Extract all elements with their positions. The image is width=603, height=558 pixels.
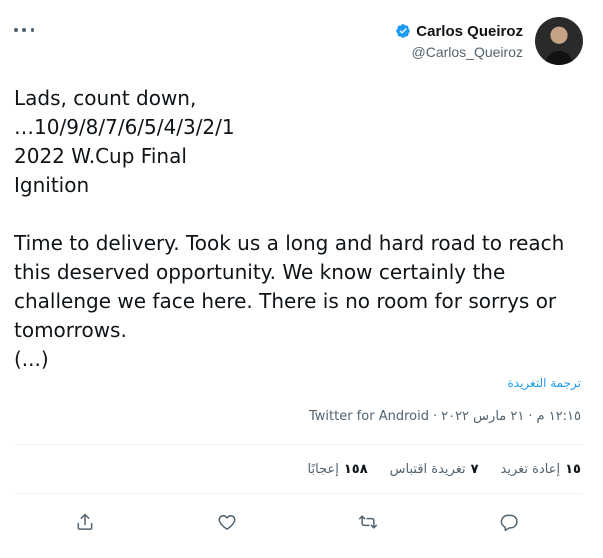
- more-dot: [14, 28, 18, 32]
- quotes-stat[interactable]: ٧ تغريدة اقتباس: [390, 462, 479, 477]
- retweet-icon: [358, 515, 378, 529]
- tweet-text: Lads, count down, …10/9/8/7/6/5/4/3/2/1 …: [14, 84, 589, 374]
- tweet-text-line: tomorrows.: [14, 318, 127, 342]
- avatar[interactable]: [535, 17, 583, 65]
- translate-tweet-link[interactable]: ترجمة التغريدة: [507, 376, 581, 390]
- reply-icon: [500, 514, 518, 532]
- tweet-detail: Carlos Queiroz @Carlos_Queiroz Lads, cou…: [0, 0, 603, 558]
- retweets-stat[interactable]: ١٥ إعادة تغريد: [501, 462, 581, 477]
- meta-separator: ·: [528, 409, 533, 424]
- meta-separator: ·: [432, 409, 438, 424]
- tweet-author: Carlos Queiroz @Carlos_Queiroz: [395, 17, 583, 65]
- tweet-meta: ١٢:١٥ م · ٢١ مارس ٢٠٢٢ · Twitter for And…: [309, 409, 581, 424]
- likes-label: إعجابًا: [307, 462, 339, 477]
- retweets-label: إعادة تغريد: [500, 462, 561, 477]
- tweet-actions: [0, 509, 603, 537]
- verified-badge-icon: [396, 24, 411, 38]
- tweet-stats: ١٥ إعادة تغريد ٧ تغريدة اقتباس ١٥٨ إعجاب…: [308, 462, 581, 477]
- retweets-count: ١٥: [565, 462, 581, 477]
- tweet-date[interactable]: ٢١ مارس ٢٠٢٢: [441, 409, 524, 424]
- tweet-text-line: Time to delivery. Took us a long and har…: [14, 231, 565, 255]
- author-handle[interactable]: @Carlos_Queiroz: [412, 44, 523, 60]
- like-icon: [218, 515, 236, 530]
- tweet-text-line: this deserved opportunity. We know certa…: [14, 260, 506, 284]
- more-options-icon[interactable]: [14, 26, 34, 34]
- like-button[interactable]: [214, 509, 240, 535]
- divider: [14, 444, 583, 445]
- tweet-source[interactable]: Twitter for Android: [309, 409, 429, 424]
- more-dot: [22, 28, 26, 32]
- retweet-button[interactable]: [355, 509, 381, 535]
- display-name-row: Carlos Queiroz: [395, 23, 523, 40]
- tweet-time[interactable]: ١٢:١٥ م: [537, 409, 582, 424]
- share-icon: [77, 513, 93, 530]
- likes-stat[interactable]: ١٥٨ إعجابًا: [308, 462, 368, 477]
- author-display-name[interactable]: Carlos Queiroz: [416, 23, 523, 40]
- likes-count: ١٥٨: [343, 462, 368, 477]
- divider: [14, 493, 583, 494]
- tweet-text-line: (...): [14, 347, 49, 371]
- tweet-text-line: Ignition: [14, 173, 90, 197]
- author-names: Carlos Queiroz @Carlos_Queiroz: [395, 23, 523, 60]
- quotes-count: ٧: [470, 462, 479, 477]
- reply-button[interactable]: [496, 509, 522, 535]
- tweet-text-line: …10/9/8/7/6/5/4/3/2/1: [14, 115, 235, 139]
- tweet-text-line: Lads, count down,: [14, 86, 197, 110]
- quotes-label: تغريدة اقتباس: [389, 462, 466, 477]
- tweet-text-line: 2022 W.Cup Final: [14, 144, 187, 168]
- share-button[interactable]: [72, 509, 98, 535]
- tweet-text-line: challenge we face here. There is no room…: [14, 289, 557, 313]
- more-dot: [30, 28, 34, 32]
